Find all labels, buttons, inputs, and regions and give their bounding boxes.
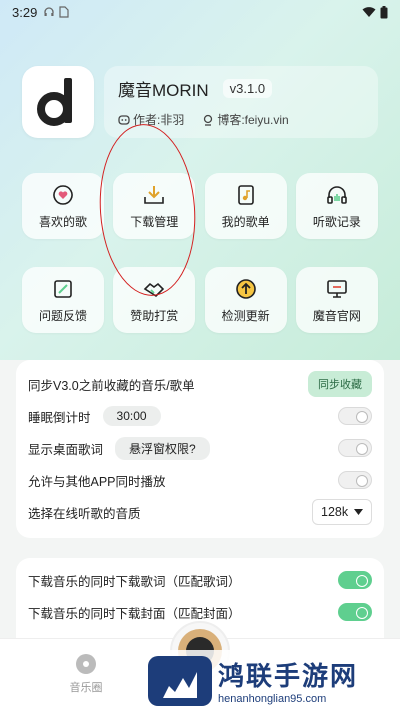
watermark-url: henanhonglian95.com	[218, 693, 327, 705]
desktop-lyrics-row: 显示桌面歌词 悬浮窗权限?	[28, 432, 372, 464]
app-name: 魔音MORIN	[118, 81, 209, 100]
author-info[interactable]: 作者:非羽	[118, 111, 184, 128]
quality-select[interactable]: 128k	[312, 499, 372, 525]
favorites-label: 喜欢的歌	[38, 214, 87, 229]
desktop-lyrics-toggle[interactable]	[338, 439, 372, 457]
sleep-timer-row: 睡眠倒计时 30:00	[28, 400, 372, 432]
sync-row: 同步V3.0之前收藏的音乐/歌单 同步收藏	[28, 368, 372, 400]
my-playlists-label: 我的歌单	[221, 214, 270, 229]
download-lyrics-label: 下载音乐的同时下载歌词（匹配歌词）	[28, 574, 241, 589]
headset-status-icon	[44, 7, 54, 16]
feedback-button[interactable]: 问题反馈	[22, 267, 104, 333]
settings-card: 同步V3.0之前收藏的音乐/歌单 同步收藏 睡眠倒计时 30:00 显示桌面歌词…	[16, 360, 384, 538]
dropdown-arrow-icon	[354, 509, 363, 515]
sleep-timer-label: 睡眠倒计时	[28, 410, 91, 425]
quality-value: 128k	[321, 505, 349, 519]
check-update-button[interactable]: 检测更新	[204, 267, 287, 333]
status-right-icons	[362, 5, 388, 19]
status-left-icons	[43, 6, 69, 18]
sim-status-icon	[59, 6, 69, 18]
sponsor-label: 赞助打赏	[130, 308, 179, 323]
sync-button[interactable]: 同步收藏	[308, 371, 372, 397]
app-logo	[22, 66, 94, 138]
quality-row: 选择在线听歌的音质 128k	[28, 496, 372, 528]
download-lyrics-row: 下载音乐的同时下载歌词（匹配歌词）	[28, 564, 372, 596]
blog-info[interactable]: 博客:feiyu.vin	[202, 111, 289, 128]
desktop-lyrics-label: 显示桌面歌词	[28, 442, 104, 457]
allow-other-apps-label: 允许与其他APP同时播放	[28, 474, 166, 489]
music-d-logo-icon	[37, 78, 72, 126]
sleep-timer-value[interactable]: 30:00	[102, 406, 161, 426]
feature-grid-row-2: 问题反馈 赞助打赏 检测更新 魔音官网	[22, 267, 378, 333]
handshake-icon	[142, 277, 166, 301]
headphones-icon	[325, 183, 349, 207]
sleep-timer-toggle[interactable]	[338, 407, 372, 425]
allow-other-apps-row: 允许与其他APP同时播放	[28, 464, 372, 496]
download-manager-label: 下载管理	[130, 214, 179, 229]
battery-icon	[380, 5, 388, 18]
blog-label: 博客:feiyu.vin	[217, 113, 289, 127]
nav-music-hall-label: 音乐圈	[69, 682, 103, 694]
status-time: 3:29	[12, 4, 38, 20]
monitor-icon	[325, 277, 349, 301]
history-label: 听歌记录	[312, 214, 361, 229]
feedback-label: 问题反馈	[38, 308, 87, 323]
official-site-label: 魔音官网	[312, 308, 361, 323]
history-button[interactable]: 听歌记录	[295, 173, 378, 239]
sync-label: 同步V3.0之前收藏的音乐/歌单	[28, 378, 195, 393]
app-info-card: 魔音MORIN v3.1.0 作者:非羽 博客:feiyu.vin	[104, 66, 378, 138]
playlist-icon	[234, 183, 258, 207]
download-icon	[142, 183, 166, 207]
update-icon	[234, 277, 258, 301]
watermark-logo	[148, 655, 212, 706]
author-icon	[118, 114, 130, 125]
watermark: 鸿联手游网 henanhonglian95.com	[148, 650, 400, 711]
check-update-label: 检测更新	[221, 308, 270, 323]
blog-icon	[204, 114, 213, 126]
feature-grid-row-1: 喜欢的歌 下载管理 我的歌单 听歌记录	[22, 173, 378, 239]
sponsor-button[interactable]: 赞助打赏	[113, 267, 196, 333]
favorites-button[interactable]: 喜欢的歌	[22, 173, 104, 239]
watermark-title: 鸿联手游网	[218, 661, 359, 691]
download-cover-toggle[interactable]	[338, 603, 372, 621]
feedback-icon	[51, 277, 75, 301]
nav-music-hall[interactable]: 音乐圈	[58, 653, 114, 695]
version-badge: v3.1.0	[222, 79, 273, 98]
official-site-button[interactable]: 魔音官网	[295, 267, 378, 333]
download-manager-button[interactable]: 下载管理	[113, 173, 196, 239]
quality-label: 选择在线听歌的音质	[28, 506, 141, 521]
allow-other-apps-toggle[interactable]	[338, 471, 372, 489]
float-permission-button[interactable]: 悬浮窗权限?	[115, 436, 210, 460]
deer-icon	[163, 671, 197, 698]
disc-icon	[76, 654, 96, 674]
status-bar: 3:29	[0, 0, 400, 24]
my-playlists-button[interactable]: 我的歌单	[204, 173, 287, 239]
download-cover-label: 下载音乐的同时下载封面（匹配封面）	[28, 606, 241, 621]
download-lyrics-toggle[interactable]	[338, 571, 372, 589]
wifi-icon	[362, 7, 376, 17]
heart-icon	[51, 183, 75, 207]
author-label: 作者:非羽	[133, 113, 185, 127]
